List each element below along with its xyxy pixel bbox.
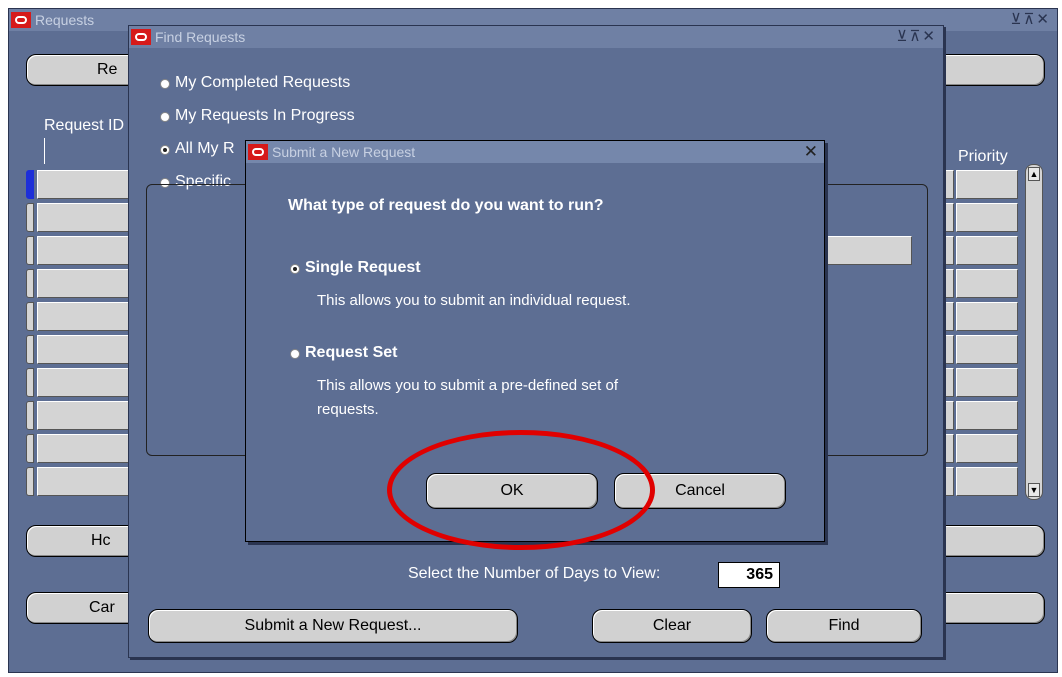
oracle-logo-icon xyxy=(248,144,268,160)
row-indicator[interactable] xyxy=(26,401,34,430)
row-indicator[interactable] xyxy=(26,203,34,232)
cancel-request-button-label: Car xyxy=(89,599,115,616)
priority-field[interactable] xyxy=(956,401,1018,430)
radio-all-my-requests[interactable] xyxy=(160,145,170,155)
radio-request-set[interactable] xyxy=(290,349,300,359)
find-button[interactable]: Find xyxy=(766,609,922,643)
scroll-up-arrow-icon[interactable]: ▲ xyxy=(1028,167,1040,181)
radio-single-request[interactable] xyxy=(290,264,300,274)
row-indicator[interactable] xyxy=(26,302,34,331)
close-icon[interactable]: ✕ xyxy=(804,141,818,163)
priority-field[interactable] xyxy=(956,302,1018,331)
priority-field[interactable] xyxy=(956,467,1018,496)
days-to-view-input[interactable]: 365 xyxy=(718,562,780,588)
row-indicator[interactable] xyxy=(26,434,34,463)
requests-right-mid-button[interactable] xyxy=(930,525,1045,557)
option-completed-requests[interactable]: My Completed Requests xyxy=(175,74,350,92)
row-indicator-active[interactable] xyxy=(26,170,34,199)
row-indicator[interactable] xyxy=(26,269,34,298)
radio-completed-requests[interactable] xyxy=(160,79,170,89)
priority-field[interactable] xyxy=(956,269,1018,298)
row-indicator[interactable] xyxy=(26,335,34,364)
dialog-question: What type of request do you want to run? xyxy=(288,197,604,214)
priority-field[interactable] xyxy=(956,368,1018,397)
requests-scrollbar[interactable]: ▲ ▼ xyxy=(1025,164,1043,500)
request-set-description-line2: requests. xyxy=(317,401,379,418)
request-set-description-line1: This allows you to submit a pre-defined … xyxy=(317,377,618,394)
requests-right-bottom-button[interactable] xyxy=(930,592,1045,624)
priority-field[interactable] xyxy=(956,434,1018,463)
column-header-request-id: Request ID xyxy=(44,117,125,134)
priority-field[interactable] xyxy=(956,335,1018,364)
oracle-logo-icon xyxy=(131,29,151,45)
refresh-button-label: Re xyxy=(97,61,118,78)
submit-new-request-button[interactable]: Submit a New Request... xyxy=(148,609,518,643)
option-all-my-requests[interactable]: All My R xyxy=(175,140,235,158)
oracle-logo-icon xyxy=(11,12,31,28)
scroll-down-arrow-icon[interactable]: ▼ xyxy=(1028,483,1040,497)
row-indicator[interactable] xyxy=(26,236,34,265)
row-indicator[interactable] xyxy=(26,368,34,397)
priority-field[interactable] xyxy=(956,236,1018,265)
window-controls-icon[interactable]: ⊻⊼✕ xyxy=(1010,9,1051,31)
priority-field[interactable] xyxy=(956,203,1018,232)
specific-request-field[interactable] xyxy=(826,236,912,265)
request-set-label[interactable]: Request Set xyxy=(305,344,397,362)
radio-requests-in-progress[interactable] xyxy=(160,112,170,122)
column-divider xyxy=(44,138,45,164)
clear-button[interactable]: Clear xyxy=(592,609,752,643)
dialog-titlebar: Submit a New Request ✕ xyxy=(246,141,824,163)
column-header-priority: Priority xyxy=(958,148,1008,165)
hold-button-label: Hc xyxy=(91,532,111,549)
days-to-view-label: Select the Number of Days to View: xyxy=(408,565,661,582)
requests-title: Requests xyxy=(35,12,95,28)
window-controls-icon[interactable]: ⊻⊼✕ xyxy=(896,26,937,48)
dialog-title: Submit a New Request xyxy=(272,144,416,160)
row-indicator[interactable] xyxy=(26,467,34,496)
priority-field[interactable] xyxy=(956,170,1018,199)
requests-right-top-button[interactable] xyxy=(930,54,1045,86)
option-requests-in-progress[interactable]: My Requests In Progress xyxy=(175,107,355,125)
single-request-description: This allows you to submit an individual … xyxy=(317,292,631,309)
single-request-label[interactable]: Single Request xyxy=(305,259,421,277)
find-requests-title: Find Requests xyxy=(155,29,246,45)
highlight-circle xyxy=(387,430,655,550)
find-requests-titlebar: Find Requests ⊻⊼✕ xyxy=(129,26,943,48)
